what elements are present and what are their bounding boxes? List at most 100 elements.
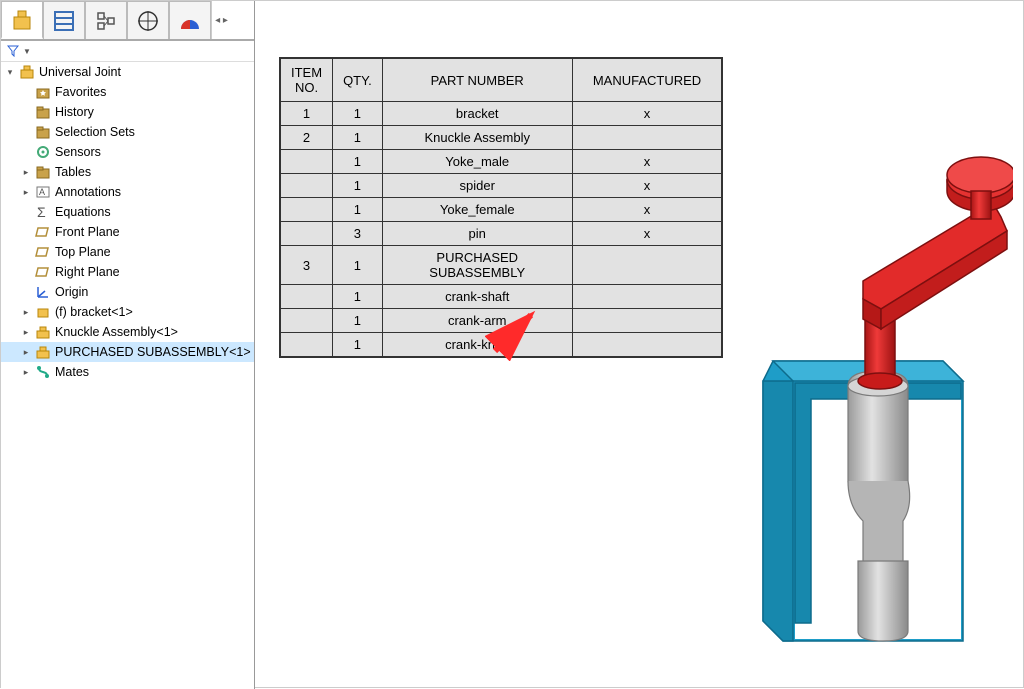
- expander-icon[interactable]: ▸: [21, 187, 31, 197]
- bom-row[interactable]: 1crank-arm: [280, 309, 722, 333]
- model-3d-view[interactable]: [713, 131, 1013, 671]
- bom-cell-qty[interactable]: 1: [333, 198, 383, 222]
- bom-cell-part[interactable]: PURCHASED SUBASSEMBLY: [382, 246, 572, 285]
- bom-cell-item[interactable]: 3: [280, 246, 333, 285]
- bom-cell-mfg[interactable]: x: [572, 102, 722, 126]
- funnel-icon: [7, 45, 19, 57]
- expander-icon[interactable]: ▾: [5, 67, 15, 77]
- bom-row[interactable]: 1Yoke_malex: [280, 150, 722, 174]
- bom-row[interactable]: 31PURCHASED SUBASSEMBLY: [280, 246, 722, 285]
- bom-cell-item[interactable]: [280, 333, 333, 358]
- tree-item[interactable]: ▸(f) bracket<1>: [1, 302, 254, 322]
- bom-cell-item[interactable]: [280, 309, 333, 333]
- assembly-icon: [35, 324, 51, 340]
- bom-cell-part[interactable]: crank-arm: [382, 309, 572, 333]
- tree-item[interactable]: ▸Selection Sets: [1, 122, 254, 142]
- bom-cell-part[interactable]: bracket: [382, 102, 572, 126]
- assembly-icon: [19, 64, 35, 80]
- display-manager-tab[interactable]: [169, 1, 211, 39]
- expander-icon[interactable]: ▸: [21, 307, 31, 317]
- bom-cell-item[interactable]: [280, 198, 333, 222]
- tree-item[interactable]: ▸Favorites: [1, 82, 254, 102]
- dimxpert-manager-tab[interactable]: [127, 1, 169, 39]
- bom-cell-item[interactable]: 2: [280, 126, 333, 150]
- folder-icon: [35, 104, 51, 120]
- bom-cell-mfg[interactable]: x: [572, 222, 722, 246]
- tree-item[interactable]: ▸ΣEquations: [1, 202, 254, 222]
- bom-cell-item[interactable]: [280, 222, 333, 246]
- tree-item[interactable]: ▸ PURCHASED SUBASSEMBLY<1>: [1, 342, 254, 362]
- tree-root[interactable]: ▾ Universal Joint: [1, 62, 254, 82]
- bom-cell-mfg[interactable]: [572, 333, 722, 358]
- expander-icon[interactable]: ▸: [21, 167, 31, 177]
- bom-cell-part[interactable]: Yoke_male: [382, 150, 572, 174]
- svg-text:Σ: Σ: [37, 204, 46, 220]
- expander-icon[interactable]: ▸: [21, 347, 31, 357]
- bom-row[interactable]: 1Yoke_femalex: [280, 198, 722, 222]
- bom-cell-mfg[interactable]: [572, 246, 722, 285]
- expander-icon[interactable]: ▸: [21, 327, 31, 337]
- bom-cell-qty[interactable]: 1: [333, 150, 383, 174]
- tree-item-label: Annotations: [55, 185, 121, 199]
- expander-icon[interactable]: ▸: [21, 367, 31, 377]
- bom-cell-item[interactable]: [280, 285, 333, 309]
- bom-cell-item[interactable]: [280, 174, 333, 198]
- bom-row[interactable]: 1spiderx: [280, 174, 722, 198]
- tree-item[interactable]: ▸Origin: [1, 282, 254, 302]
- bom-cell-part[interactable]: spider: [382, 174, 572, 198]
- bom-row[interactable]: 1crank-knob: [280, 333, 722, 358]
- bom-cell-qty[interactable]: 1: [333, 246, 383, 285]
- bom-cell-qty[interactable]: 1: [333, 333, 383, 358]
- bom-cell-part[interactable]: Knuckle Assembly: [382, 126, 572, 150]
- bom-cell-item[interactable]: 1: [280, 102, 333, 126]
- configuration-manager-tab[interactable]: [85, 1, 127, 39]
- bom-cell-part[interactable]: crank-knob: [382, 333, 572, 358]
- bom-row[interactable]: 3pinx: [280, 222, 722, 246]
- bom-header-qty[interactable]: QTY.: [333, 58, 383, 102]
- bom-cell-qty[interactable]: 1: [333, 174, 383, 198]
- panel-tab-strip: ◂ ▸: [1, 1, 254, 41]
- bom-cell-part[interactable]: crank-shaft: [382, 285, 572, 309]
- tree-item-label: PURCHASED SUBASSEMBLY<1>: [55, 345, 251, 359]
- bom-row[interactable]: 1crank-shaft: [280, 285, 722, 309]
- property-manager-tab[interactable]: [43, 1, 85, 39]
- filter-dropdown-icon: ▼: [23, 47, 31, 56]
- bom-cell-part[interactable]: pin: [382, 222, 572, 246]
- tree-item[interactable]: ▸Top Plane: [1, 242, 254, 262]
- bom-cell-mfg[interactable]: [572, 309, 722, 333]
- bom-cell-qty[interactable]: 1: [333, 309, 383, 333]
- tree-item[interactable]: ▸Knuckle Assembly<1>: [1, 322, 254, 342]
- bom-header-item[interactable]: ITEM NO.: [280, 58, 333, 102]
- annotation-icon: A: [35, 184, 51, 200]
- plane-icon: [35, 264, 51, 280]
- bom-row[interactable]: 11bracketx: [280, 102, 722, 126]
- tree-item[interactable]: ▸ A Annotations: [1, 182, 254, 202]
- bom-table[interactable]: ITEM NO. QTY. PART NUMBER MANUFACTURED 1…: [279, 57, 723, 358]
- bom-cell-item[interactable]: [280, 150, 333, 174]
- bom-header-part[interactable]: PART NUMBER: [382, 58, 572, 102]
- bom-cell-mfg[interactable]: x: [572, 174, 722, 198]
- tree-item-label: Selection Sets: [55, 125, 135, 139]
- bom-cell-part[interactable]: Yoke_female: [382, 198, 572, 222]
- bom-cell-qty[interactable]: 3: [333, 222, 383, 246]
- folder-icon: [35, 164, 51, 180]
- tree-filter-row[interactable]: ▼: [1, 41, 254, 62]
- tree-item[interactable]: ▸Mates: [1, 362, 254, 382]
- bom-cell-qty[interactable]: 1: [333, 285, 383, 309]
- bom-cell-qty[interactable]: 1: [333, 126, 383, 150]
- bom-cell-mfg[interactable]: [572, 126, 722, 150]
- bom-cell-mfg[interactable]: [572, 285, 722, 309]
- tree-item[interactable]: ▸Front Plane: [1, 222, 254, 242]
- feature-tree-tab[interactable]: [1, 1, 43, 39]
- graphics-area[interactable]: ITEM NO. QTY. PART NUMBER MANUFACTURED 1…: [255, 1, 1023, 687]
- bom-row[interactable]: 21Knuckle Assembly: [280, 126, 722, 150]
- bom-cell-mfg[interactable]: x: [572, 198, 722, 222]
- bom-cell-qty[interactable]: 1: [333, 102, 383, 126]
- tree-item[interactable]: ▸Sensors: [1, 142, 254, 162]
- tab-overflow-button[interactable]: ◂ ▸: [211, 1, 231, 39]
- tree-item[interactable]: ▸Tables: [1, 162, 254, 182]
- bom-header-mfg[interactable]: MANUFACTURED: [572, 58, 722, 102]
- tree-item[interactable]: ▸Right Plane: [1, 262, 254, 282]
- tree-item[interactable]: ▸History: [1, 102, 254, 122]
- bom-cell-mfg[interactable]: x: [572, 150, 722, 174]
